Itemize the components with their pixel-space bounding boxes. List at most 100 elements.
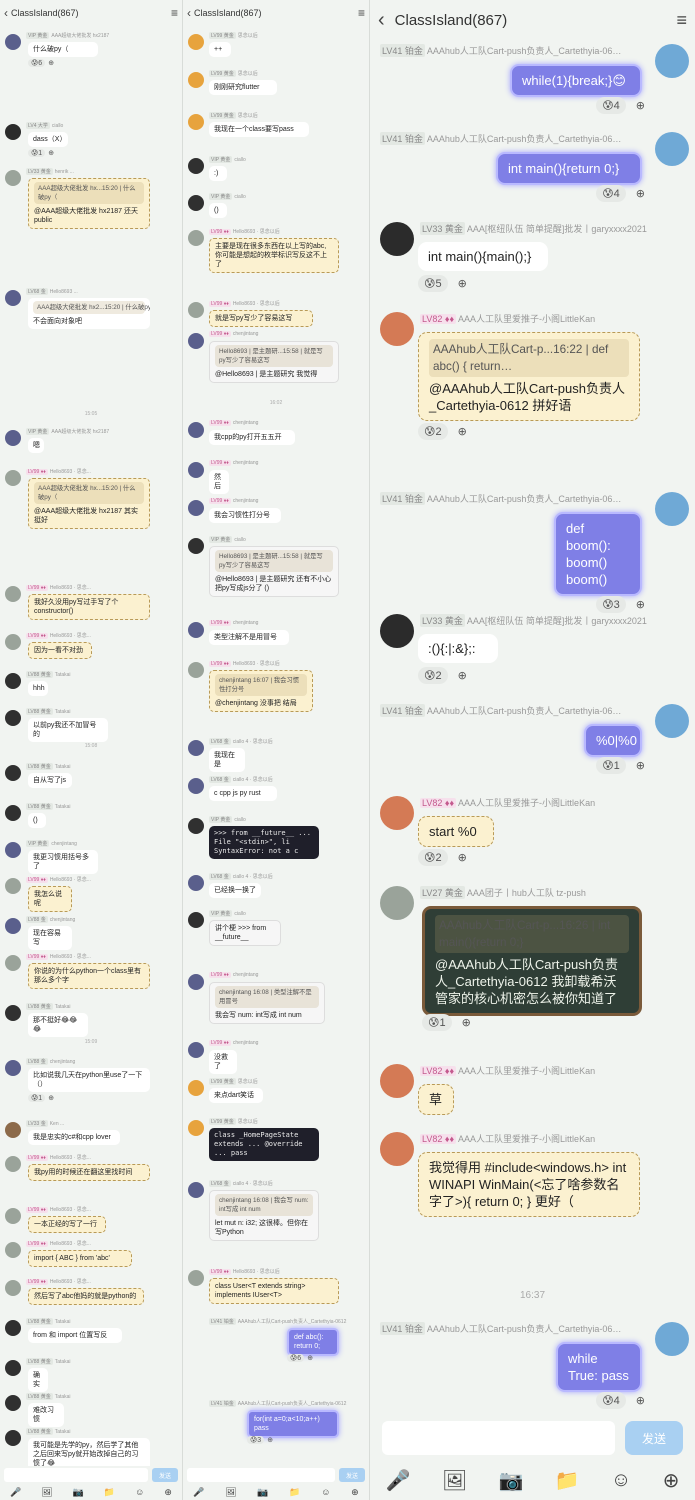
emoji-icon[interactable]: ☺ [611,1469,631,1492]
reply-quote[interactable]: AAA超级大佬批发 hx2...15:20 | 什么破py（ [33,301,150,314]
add-reaction-icon[interactable]: ⊕ [267,1436,273,1444]
send-button[interactable]: 发送 [152,1468,178,1482]
avatar[interactable] [380,222,414,256]
message-bubble[interactable]: 来点dart笑话 [209,1088,263,1103]
message-bubble[interactable]: hhh [28,681,48,696]
message-bubble[interactable]: c cpp js py rust [209,786,277,801]
message-input[interactable] [4,1468,148,1482]
plus-icon[interactable]: ⊕ [164,1487,172,1498]
avatar[interactable] [188,230,204,246]
message-bubble[interactable]: while True: pass [556,1342,642,1392]
avatar[interactable] [5,1320,21,1336]
camera-icon[interactable]: 📷 [73,1487,84,1498]
avatar[interactable] [188,72,204,88]
add-reaction-icon[interactable]: ⊕ [48,59,54,67]
avatar[interactable] [5,1395,21,1411]
avatar[interactable] [5,430,21,446]
message-bubble[interactable]: AAA超级大佬批发 hx2...15:20 | 什么破py（ 不会面向对象吧 [28,298,150,329]
message-bubble[interactable]: ++ [209,42,231,57]
add-reaction-icon[interactable]: ⊕ [48,149,54,157]
message-bubble[interactable]: chenjintang 16:08 | 我会写 num: int写成 int n… [209,1190,319,1241]
reaction-chip[interactable]: 😰4 [596,1392,626,1409]
avatar[interactable] [5,34,21,50]
message-bubble[interactable]: 我会习惯性打分号 [209,508,281,523]
message-bubble[interactable]: 确实 [28,1368,48,1392]
avatar[interactable] [5,586,21,602]
message-bubble[interactable]: 什么破py（ [28,42,98,57]
avatar[interactable] [188,422,204,438]
add-reaction-icon[interactable]: ⊕ [458,851,467,864]
reaction-chip[interactable]: 😰4 [596,97,626,114]
message-bubble[interactable]: for(int a=0;a<10;a++) pass [247,1410,339,1438]
avatar[interactable] [188,195,204,211]
reaction-chip[interactable]: 😰5 [418,275,448,292]
reaction-chip[interactable]: 😰1 [596,757,626,774]
add-reaction-icon[interactable]: ⊕ [458,425,467,438]
avatar[interactable] [5,842,21,858]
reply-quote[interactable]: AAA超级大佬批发 hx...15:20 | 什么破py（ [34,482,144,504]
add-reaction-icon[interactable]: ⊕ [636,759,645,772]
avatar[interactable] [188,158,204,174]
avatar[interactable] [380,312,414,346]
avatar[interactable] [5,805,21,821]
avatar[interactable] [5,634,21,650]
message-bubble[interactable]: %0|%0 [584,724,642,757]
message-bubble[interactable]: 我现在一个class要写pass [209,122,309,137]
add-reaction-icon[interactable]: ⊕ [458,669,467,682]
avatar[interactable] [5,955,21,971]
message-feed[interactable]: LV41 铂金 AAAhub人工队Cart-push负责人_Cartethyia-… [370,40,695,1416]
avatar[interactable] [5,765,21,781]
avatar[interactable] [188,875,204,891]
avatar[interactable] [5,1156,21,1172]
menu-icon[interactable]: ≡ [676,10,687,31]
image-icon[interactable]: 🖼 [41,1487,52,1498]
add-reaction-icon[interactable]: ⊕ [636,99,645,112]
message-bubble[interactable]: AAAhub人工队Cart-p...16:26 | int main(){ret… [422,906,642,1016]
avatar[interactable] [655,132,689,166]
message-bubble[interactable]: 我py用的时候还在翻这里找时间 [28,1164,150,1181]
message-bubble[interactable]: AAA超级大佬批发 hx...15:20 | 什么破py（ @AAA超级大佬批发 … [28,478,150,529]
avatar[interactable] [188,333,204,349]
message-bubble[interactable]: 我好久没用py写过手写了个constructor() [28,594,150,620]
message-bubble[interactable]: 自从写了js [28,773,72,788]
message-bubble[interactable]: 因为一看不对劲 [28,642,92,659]
reaction-chip[interactable]: 😰1 [28,149,46,157]
reply-quote[interactable]: AAAhub人工队Cart-p...16:22 | def abc() { re… [429,339,629,377]
plus-icon[interactable]: ⊕ [663,1468,680,1493]
avatar[interactable] [188,818,204,834]
message-bubble[interactable]: 草 [418,1084,454,1115]
avatar[interactable] [5,1005,21,1021]
avatar[interactable] [655,492,689,526]
reply-quote[interactable]: chenjintang 16:08 | 我会写 num: int写成 int n… [215,1194,313,1216]
message-bubble[interactable]: from 和 import 位置写反 [28,1328,122,1343]
reply-quote[interactable]: Hello8693 | 是主题研...15:58 | 就是写py写少了容易这写 [215,550,333,572]
avatar[interactable] [188,538,204,554]
avatar[interactable] [5,470,21,486]
camera-icon[interactable]: 📷 [257,1487,268,1498]
emoji-icon[interactable]: ☺ [321,1487,330,1497]
mic-icon[interactable]: 🎤 [193,1487,204,1498]
avatar[interactable] [655,704,689,738]
avatar[interactable] [380,1132,414,1166]
reaction-chip[interactable]: 😰2 [418,667,448,684]
reply-quote[interactable]: chenjintang 16:07 | 我会习惯性打分号 [215,674,307,696]
message-bubble[interactable]: while(1){break;}😊 [510,64,642,97]
avatar[interactable] [188,462,204,478]
message-bubble[interactable]: 现在容易写 [28,926,72,950]
message-bubble[interactable]: 我是忠实的c#和cpp lover [28,1130,120,1145]
mic-icon[interactable]: 🎤 [386,1468,411,1493]
avatar[interactable] [188,1182,204,1198]
message-input[interactable] [187,1468,335,1482]
avatar[interactable] [188,740,204,756]
message-bubble[interactable]: dass（X） [28,132,68,147]
avatar[interactable] [188,778,204,794]
message-bubble[interactable]: 难改习惯 [28,1403,64,1427]
avatar[interactable] [380,1064,414,1098]
avatar[interactable] [380,796,414,830]
message-bubble[interactable]: 主要是现在很多东西在以上写的abc,你可能是想起的枚举标识写反这不上了 [209,238,339,273]
add-reaction-icon[interactable]: ⊕ [636,1394,645,1407]
avatar[interactable] [380,886,414,920]
avatar[interactable] [188,622,204,638]
message-bubble[interactable]: 那不挺好😂😂😂 [28,1013,88,1037]
message-bubble[interactable]: start %0 [418,816,494,847]
